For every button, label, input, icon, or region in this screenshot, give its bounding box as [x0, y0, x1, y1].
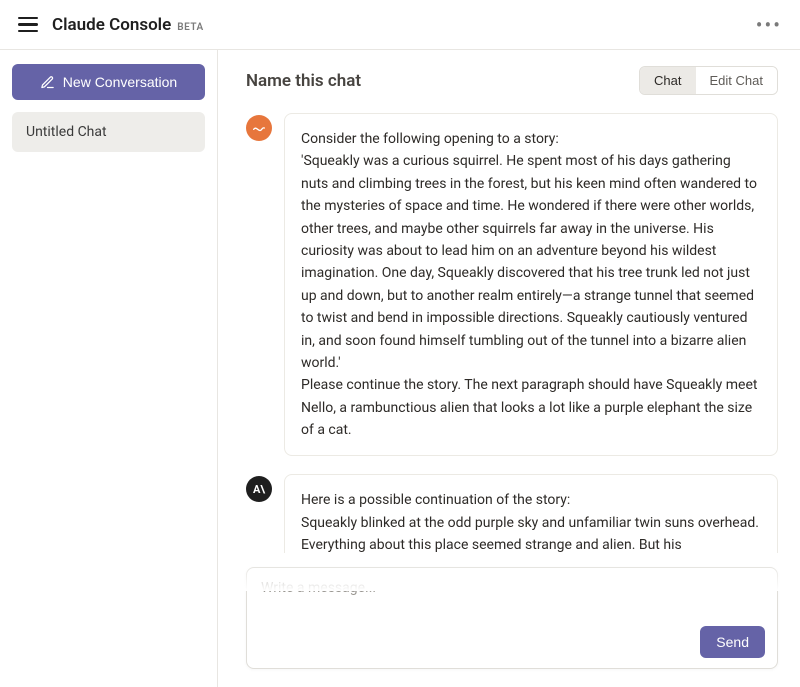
- message-text: 'Squeakly was a curious squirrel. He spe…: [301, 150, 761, 374]
- assistant-message-bubble: Here is a possible continuation of the s…: [284, 474, 778, 553]
- top-bar-left: Claude Console BETA: [18, 15, 204, 35]
- sidebar-item-label: Untitled Chat: [26, 124, 107, 140]
- main-panel: Name this chat Chat Edit Chat Consider t…: [218, 50, 800, 687]
- chat-name[interactable]: Name this chat: [246, 71, 361, 91]
- menu-icon[interactable]: [18, 15, 38, 35]
- message-text: Squeakly blinked at the odd purple sky a…: [301, 512, 761, 553]
- new-conversation-label: New Conversation: [63, 74, 177, 90]
- message-row: A\ Here is a possible continuation of th…: [246, 474, 778, 553]
- main-header: Name this chat Chat Edit Chat: [218, 50, 800, 105]
- beta-badge: BETA: [177, 22, 203, 33]
- composer-area: Send: [218, 553, 800, 687]
- composer: Send: [246, 567, 778, 669]
- human-avatar-icon: [246, 115, 272, 141]
- tab-edit-chat[interactable]: Edit Chat: [696, 67, 777, 94]
- sidebar: New Conversation Untitled Chat: [0, 50, 218, 687]
- assistant-avatar-icon: A\: [246, 476, 272, 502]
- tab-chat[interactable]: Chat: [640, 67, 695, 94]
- more-icon[interactable]: •••: [756, 15, 782, 35]
- app-title: Claude Console: [52, 15, 171, 35]
- message-text: Consider the following opening to a stor…: [301, 128, 761, 150]
- message-input[interactable]: [261, 580, 765, 622]
- message-list: Consider the following opening to a stor…: [218, 105, 800, 553]
- human-message-bubble: Consider the following opening to a stor…: [284, 113, 778, 456]
- compose-icon: [40, 75, 55, 90]
- sidebar-item-untitled-chat[interactable]: Untitled Chat: [12, 112, 205, 152]
- message-row: Consider the following opening to a stor…: [246, 113, 778, 456]
- new-conversation-button[interactable]: New Conversation: [12, 64, 205, 100]
- mode-toggle: Chat Edit Chat: [639, 66, 778, 95]
- app-title-wrap: Claude Console BETA: [52, 15, 204, 35]
- message-text: Here is a possible continuation of the s…: [301, 489, 761, 511]
- message-text: Please continue the story. The next para…: [301, 374, 761, 441]
- top-bar: Claude Console BETA •••: [0, 0, 800, 50]
- send-button[interactable]: Send: [700, 626, 765, 658]
